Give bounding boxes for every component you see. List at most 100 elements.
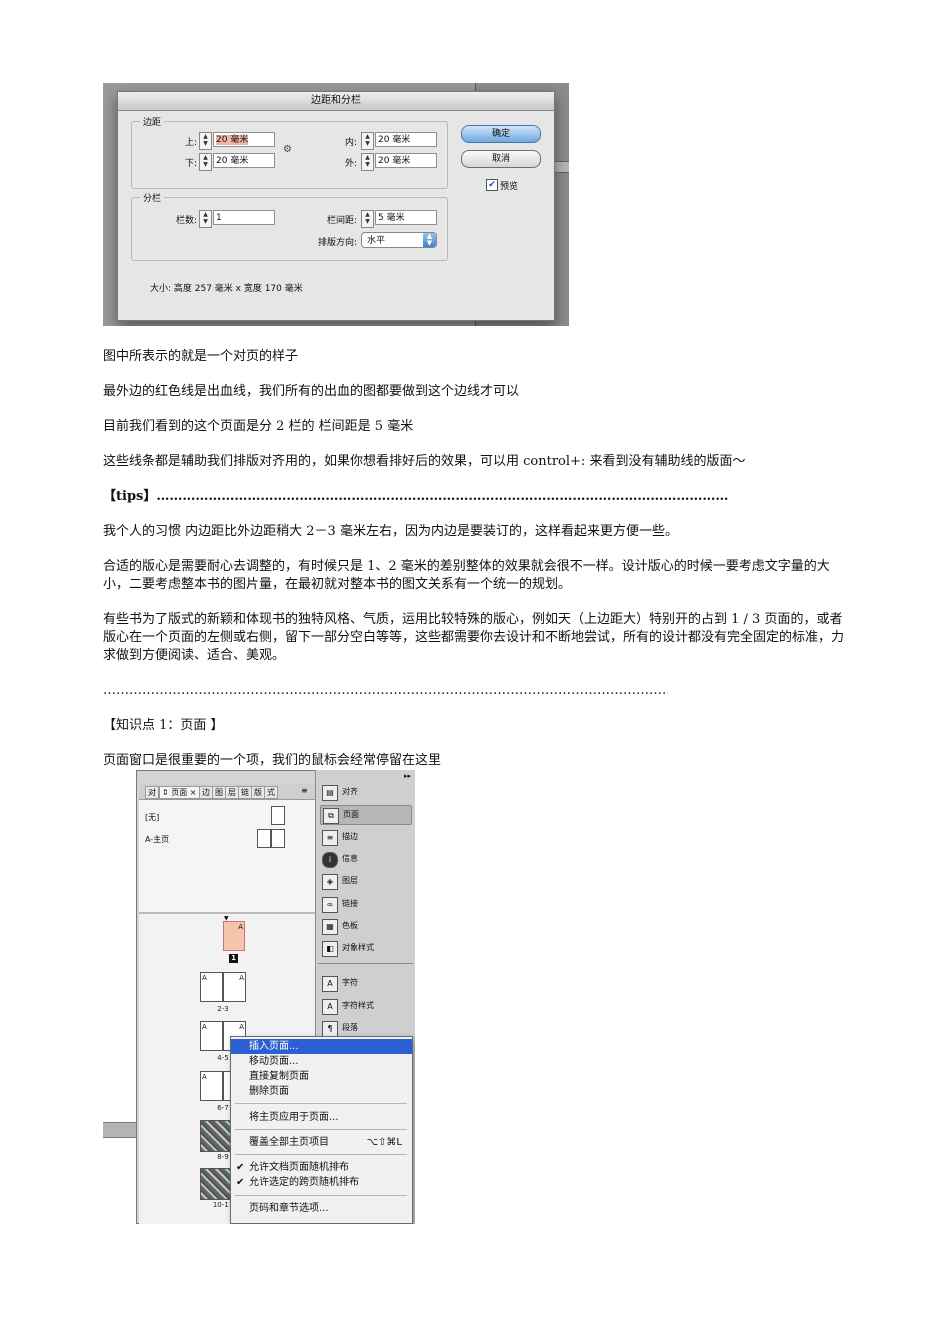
gutter-stepper[interactable]: ▲ ▼ [361, 210, 374, 228]
menu-apply-master[interactable]: 将主页应用于页面... [231, 1110, 412, 1125]
tab-style[interactable]: 式 [264, 786, 278, 799]
spread-6-7-left[interactable]: A [200, 1071, 223, 1101]
tab-links[interactable]: 链 [238, 786, 252, 799]
pages-panel-screenshot: 对 ⇕ 页面 × 边 图 层 链 版 式 ≡ [无] A-主页 ▼ A 1 A … [103, 770, 415, 1224]
dock-label: 段落 [342, 1023, 358, 1032]
checkmark-icon: ✔ [236, 1177, 245, 1188]
bottom-label: 下: [184, 159, 197, 169]
margin-group-label: 边距 [140, 115, 165, 128]
dock-item-pages[interactable]: ⧉ 页面 [320, 805, 412, 825]
menu-allow-spread-shuffle[interactable]: ✔ 允许选定的跨页随机排布 [231, 1175, 412, 1190]
size-text: 大小: 高度 257 毫米 x 宽度 170 毫米 [150, 284, 303, 294]
tips-heading: 【tips】…………………………………………………………………………………………… [103, 489, 728, 504]
dock-item-links[interactable]: ∞ 链接 [320, 895, 410, 913]
outside-stepper[interactable]: ▲ ▼ [361, 153, 374, 171]
preview-checkbox[interactable]: ✔ [486, 179, 498, 191]
layers-icon: ◈ [322, 874, 338, 890]
character-icon: A [322, 976, 338, 992]
tab-align[interactable]: 对 [145, 786, 159, 799]
paragraph-4: 这些线条都是辅助我们排版对齐用的，如果你想看排好后的效果，可以用 control… [103, 454, 746, 469]
character-styles-icon: A [322, 999, 338, 1015]
dock-item-character-styles[interactable]: A 字符样式 [320, 997, 410, 1015]
pages-icon: ⧉ [323, 808, 339, 824]
menu-override-master-items[interactable]: 覆盖全部主页项目 ⌥⇧⌘L [231, 1135, 412, 1150]
columns-group: 分栏 [131, 191, 448, 261]
paragraph-icon: ¶ [322, 1021, 338, 1037]
none-master-page[interactable] [271, 806, 285, 825]
object-styles-icon: ◧ [322, 941, 338, 957]
columns-field[interactable]: 1 [213, 210, 275, 225]
tab-layers[interactable]: 层 [225, 786, 239, 799]
menu-shortcut: ⌥⇧⌘L [366, 1137, 402, 1148]
outside-field[interactable]: 20 毫米 [375, 153, 437, 168]
spread-4-5-left[interactable]: A [200, 1021, 223, 1051]
page-thumb-1[interactable]: A [223, 921, 245, 951]
menu-allow-spread-shuffle-label: 允许选定的跨页随机排布 [249, 1177, 359, 1188]
tab-pages[interactable]: ⇕ 页面 × [159, 786, 200, 799]
chain-link-icon[interactable]: ⚙ [283, 144, 292, 155]
dock-label: 链接 [342, 899, 358, 908]
dock-item-object-styles[interactable]: ◧ 对象样式 [320, 939, 410, 957]
dialog-title: 边距和分栏 [118, 92, 554, 111]
menu-separator [235, 1195, 407, 1196]
collapse-arrows-icon[interactable]: ▸▸ [404, 772, 411, 780]
paragraph-8: 页面窗口是很重要的一个项，我们的鼠标会经常停留在这里 [103, 753, 442, 768]
direction-label: 排版方向: [317, 238, 357, 248]
menu-numbering-options[interactable]: 页码和章节选项... [231, 1201, 412, 1216]
menu-duplicate-page[interactable]: 直接复制页面 [231, 1069, 412, 1084]
tab-image[interactable]: 图 [212, 786, 226, 799]
inside-field[interactable]: 20 毫米 [375, 132, 437, 147]
bottom-stepper[interactable]: ▲ ▼ [199, 153, 212, 171]
dock-label: 信息 [342, 854, 358, 863]
dock-item-align[interactable]: ▤ 对齐 [320, 783, 410, 801]
top-stepper[interactable]: ▲ ▼ [199, 132, 212, 150]
paragraph-3: 目前我们看到的这个页面是分 2 栏的 栏间距是 5 毫米 [103, 419, 414, 434]
dock-label: 图层 [342, 876, 358, 885]
page-master-letter: A [239, 1023, 244, 1031]
menu-separator [235, 1154, 407, 1155]
columns-stepper[interactable]: ▲ ▼ [199, 210, 212, 228]
columns-label: 栏数: [175, 216, 197, 226]
dock-item-stroke[interactable]: ≡ 描边 [320, 828, 410, 846]
panel-menu-icon[interactable]: ≡ [301, 786, 308, 795]
cancel-button[interactable]: 取消 [461, 150, 541, 168]
a-master-left-page[interactable] [257, 829, 271, 848]
menu-allow-doc-shuffle-label: 允许文档页面随机排布 [249, 1162, 349, 1173]
dock-item-layers[interactable]: ◈ 图层 [320, 872, 410, 890]
spread-2-3-left[interactable]: A [200, 972, 223, 1002]
stroke-icon: ≡ [322, 830, 338, 846]
menu-separator [235, 1129, 407, 1130]
swatches-icon: ▦ [322, 919, 338, 935]
dock-label: 对齐 [342, 787, 358, 796]
menu-allow-doc-shuffle[interactable]: ✔ 允许文档页面随机排布 [231, 1160, 412, 1175]
dock-label: 对象样式 [342, 943, 374, 952]
none-master-label: [无] [145, 813, 160, 822]
bottom-field[interactable]: 20 毫米 [213, 153, 275, 168]
menu-insert-pages[interactable]: 插入页面... [231, 1039, 412, 1054]
inside-stepper[interactable]: ▲ ▼ [361, 132, 374, 150]
top-field[interactable]: 20 毫米 [213, 132, 275, 147]
dock-item-paragraph[interactable]: ¶ 段落 [320, 1019, 410, 1037]
dock-item-character[interactable]: A 字符 [320, 974, 410, 992]
paragraph-2: 最外边的红色线是出血线，我们所有的出血的图都要做到这个边线才可以 [103, 384, 520, 399]
preview-label: 预览 [500, 182, 519, 192]
background-bar [553, 161, 569, 173]
gutter-field[interactable]: 5 毫米 [375, 210, 437, 225]
a-master-right-page[interactable] [271, 829, 285, 848]
tab-stroke[interactable]: 边 [199, 786, 213, 799]
dock-item-info[interactable]: i 信息 [320, 850, 410, 868]
dock-item-swatches[interactable]: ▦ 色板 [320, 917, 410, 935]
links-icon: ∞ [322, 897, 338, 913]
menu-delete-page[interactable]: 删除页面 [231, 1084, 412, 1099]
dock-separator [318, 963, 413, 964]
spread-2-3-right[interactable]: A [223, 972, 246, 1002]
dotted-separator: …………………………………………………………………………………………………………… [103, 683, 668, 698]
paragraph-7: 有些书为了版式的新颖和体现书的独特风格、气质，运用比较特殊的版心，例如天（上边距… [103, 612, 845, 663]
dock-label: 色板 [342, 921, 358, 930]
menu-move-pages[interactable]: 移动页面... [231, 1054, 412, 1069]
ok-button[interactable]: 确定 [461, 125, 541, 143]
top-label: 上: [184, 138, 197, 148]
dock-label: 页面 [343, 810, 359, 819]
tab-layout[interactable]: 版 [251, 786, 265, 799]
direction-select[interactable]: 水平 ▲ ▼ [361, 232, 437, 248]
